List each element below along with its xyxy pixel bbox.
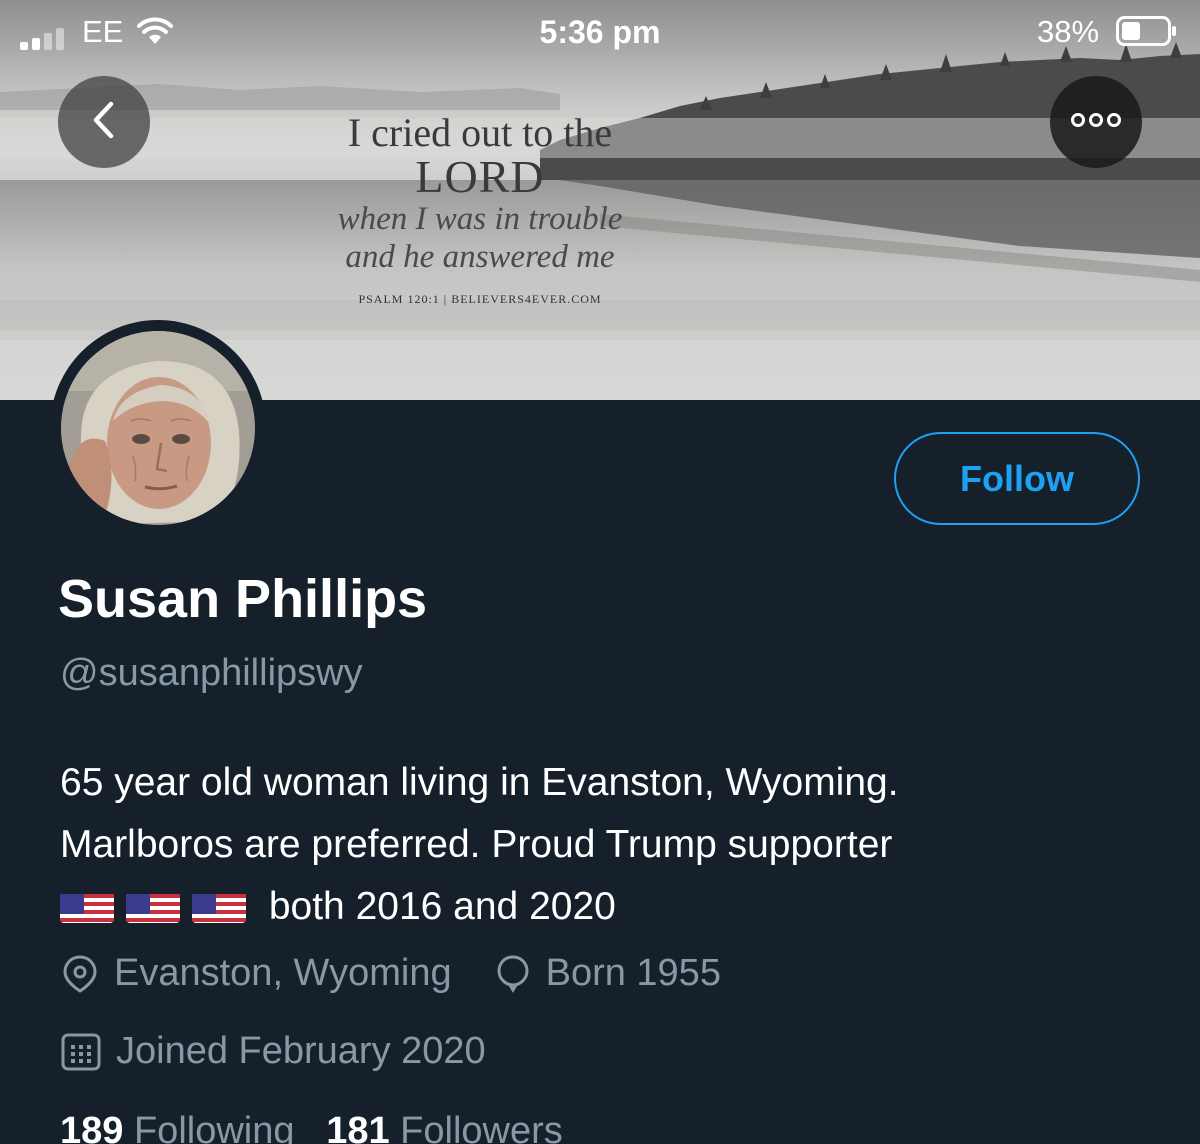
profile-meta-row: Joined February 2020 bbox=[60, 1030, 486, 1073]
following-count: 189 bbox=[60, 1110, 124, 1144]
balloon-icon bbox=[494, 954, 532, 994]
followers-label: Followers bbox=[400, 1110, 563, 1144]
calendar-icon bbox=[60, 1031, 102, 1073]
back-button[interactable] bbox=[58, 76, 150, 168]
battery-percentage: 38% bbox=[1037, 14, 1100, 49]
follow-button[interactable]: Follow bbox=[894, 432, 1140, 525]
bio-line-2: Marlboros are preferred. Proud Trump sup… bbox=[60, 823, 893, 866]
more-dots-icon bbox=[1070, 112, 1122, 133]
battery-icon bbox=[1116, 16, 1178, 54]
profile-bio: 65 year old woman living in Evanston, Wy… bbox=[60, 752, 1160, 938]
profile-stats: 189 Following 181 Followers bbox=[60, 1110, 563, 1144]
quote-line-2: LORD bbox=[415, 151, 545, 202]
status-bar: EE 5:36 pm 38% bbox=[0, 0, 1200, 62]
followers-count: 181 bbox=[326, 1110, 390, 1144]
avatar[interactable] bbox=[61, 331, 255, 525]
chevron-left-icon bbox=[89, 100, 119, 145]
quote-source: PSALM 120:1 | BELIEVERS4EVER.COM bbox=[358, 292, 602, 306]
us-flag-icon bbox=[60, 887, 114, 923]
profile-location: Evanston, Wyoming bbox=[114, 952, 452, 994]
profile-handle: @susanphillipswy bbox=[60, 652, 363, 694]
location-pin-icon bbox=[60, 954, 100, 994]
status-time: 5:36 pm bbox=[539, 14, 661, 50]
profile-joined-date: Joined February 2020 bbox=[116, 1030, 486, 1072]
avatar-portrait-image bbox=[61, 331, 255, 525]
us-flag-icon bbox=[126, 887, 180, 923]
quote-line-3: when I was in trouble bbox=[337, 201, 623, 237]
bio-line-3-text: both 2016 and 2020 bbox=[268, 885, 616, 928]
following-link[interactable]: 189 Following bbox=[60, 1110, 305, 1144]
us-flag-icon bbox=[192, 887, 246, 923]
following-label: Following bbox=[133, 1110, 295, 1144]
profile-birth-date: Born 1955 bbox=[545, 952, 721, 994]
quote-line-1: I cried out to the bbox=[347, 110, 613, 155]
profile-display-name: Susan Phillips bbox=[58, 569, 428, 629]
bio-line-3: both 2016 and 2020 bbox=[60, 876, 1160, 938]
profile-meta-row: Evanston, Wyoming Born 1955 bbox=[60, 952, 721, 995]
quote-line-4: and he answered me bbox=[345, 239, 615, 275]
banner-quote: I cried out to the LORD when I was in tr… bbox=[300, 112, 660, 307]
more-options-button[interactable] bbox=[1050, 76, 1142, 168]
bio-line-1: 65 year old woman living in Evanston, Wy… bbox=[60, 761, 899, 804]
followers-link[interactable]: 181 Followers bbox=[326, 1110, 563, 1144]
